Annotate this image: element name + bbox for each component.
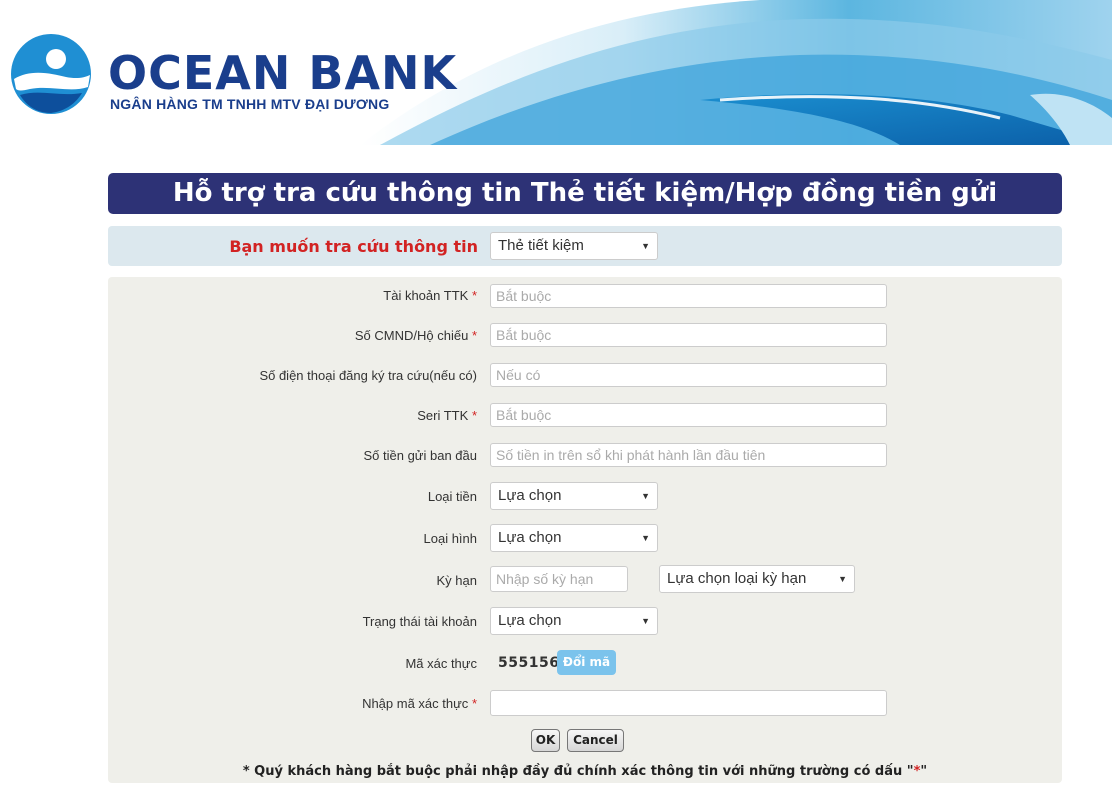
- currency-label: Loại tiền: [427, 489, 477, 504]
- ok-button[interactable]: OK: [531, 729, 560, 752]
- status-select[interactable]: Lựa chọn ▼: [490, 607, 658, 635]
- initial-amount-label: Số tiền gửi ban đầu: [363, 448, 477, 463]
- type-label: Loại hình: [423, 531, 478, 546]
- lookup-type-value: Thẻ tiết kiệm: [498, 237, 584, 254]
- serial-input[interactable]: [490, 403, 887, 427]
- captcha-code: 555156: [498, 655, 560, 671]
- currency-value: Lựa chọn: [498, 487, 562, 504]
- serial-label: Seri TTK *: [417, 408, 477, 423]
- phone-label: Số điện thoại đăng ký tra cứu(nếu có): [259, 368, 477, 383]
- required-fields-note: * Quý khách hàng bắt buộc phải nhập đầy …: [242, 764, 928, 779]
- initial-amount-input[interactable]: [490, 443, 887, 467]
- lookup-type-select[interactable]: Thẻ tiết kiệm ▼: [490, 232, 658, 260]
- term-unit-select[interactable]: Lựa chọn loại kỳ hạn ▼: [659, 565, 855, 593]
- bank-name: OCEAN BANK: [108, 46, 458, 100]
- account-input[interactable]: [490, 284, 887, 308]
- page-title: Hỗ trợ tra cứu thông tin Thẻ tiết kiệm/H…: [108, 173, 1062, 214]
- captcha-input-label: Nhập mã xác thực *: [362, 696, 477, 711]
- captcha-input[interactable]: [490, 690, 887, 716]
- bank-subtitle: NGÂN HÀNG TM TNHH MTV ĐẠI DƯƠNG: [110, 96, 390, 112]
- chevron-down-icon: ▼: [641, 616, 650, 626]
- phone-input[interactable]: [490, 363, 887, 387]
- id-number-input[interactable]: [490, 323, 887, 347]
- lookup-question-label: Bạn muốn tra cứu thông tin: [229, 237, 478, 256]
- lookup-type-strip: Bạn muốn tra cứu thông tin Thẻ tiết kiệm…: [108, 226, 1062, 266]
- term-unit-value: Lựa chọn loại kỳ hạn: [667, 570, 807, 587]
- currency-select[interactable]: Lựa chọn ▼: [490, 482, 658, 510]
- type-value: Lựa chọn: [498, 529, 562, 546]
- chevron-down-icon: ▼: [641, 491, 650, 501]
- chevron-down-icon: ▼: [641, 241, 650, 251]
- chevron-down-icon: ▼: [641, 533, 650, 543]
- site-header: OCEAN BANK NGÂN HÀNG TM TNHH MTV ĐẠI DƯƠ…: [0, 0, 1112, 145]
- cancel-button[interactable]: Cancel: [567, 729, 624, 752]
- captcha-label: Mã xác thực: [405, 656, 477, 671]
- lookup-form: Tài khoản TTK * Số CMND/Hộ chiếu * Số đi…: [108, 277, 1062, 783]
- ocean-bank-logo-icon: [11, 34, 91, 114]
- id-number-label: Số CMND/Hộ chiếu *: [354, 328, 477, 343]
- status-label: Trạng thái tài khoản: [362, 614, 477, 629]
- refresh-captcha-button[interactable]: Đổi mã: [557, 650, 616, 675]
- type-select[interactable]: Lựa chọn ▼: [490, 524, 658, 552]
- term-input[interactable]: [490, 566, 628, 592]
- term-label: Kỳ hạn: [436, 573, 477, 588]
- status-value: Lựa chọn: [498, 612, 562, 629]
- account-label: Tài khoản TTK *: [383, 288, 477, 303]
- chevron-down-icon: ▼: [838, 574, 847, 584]
